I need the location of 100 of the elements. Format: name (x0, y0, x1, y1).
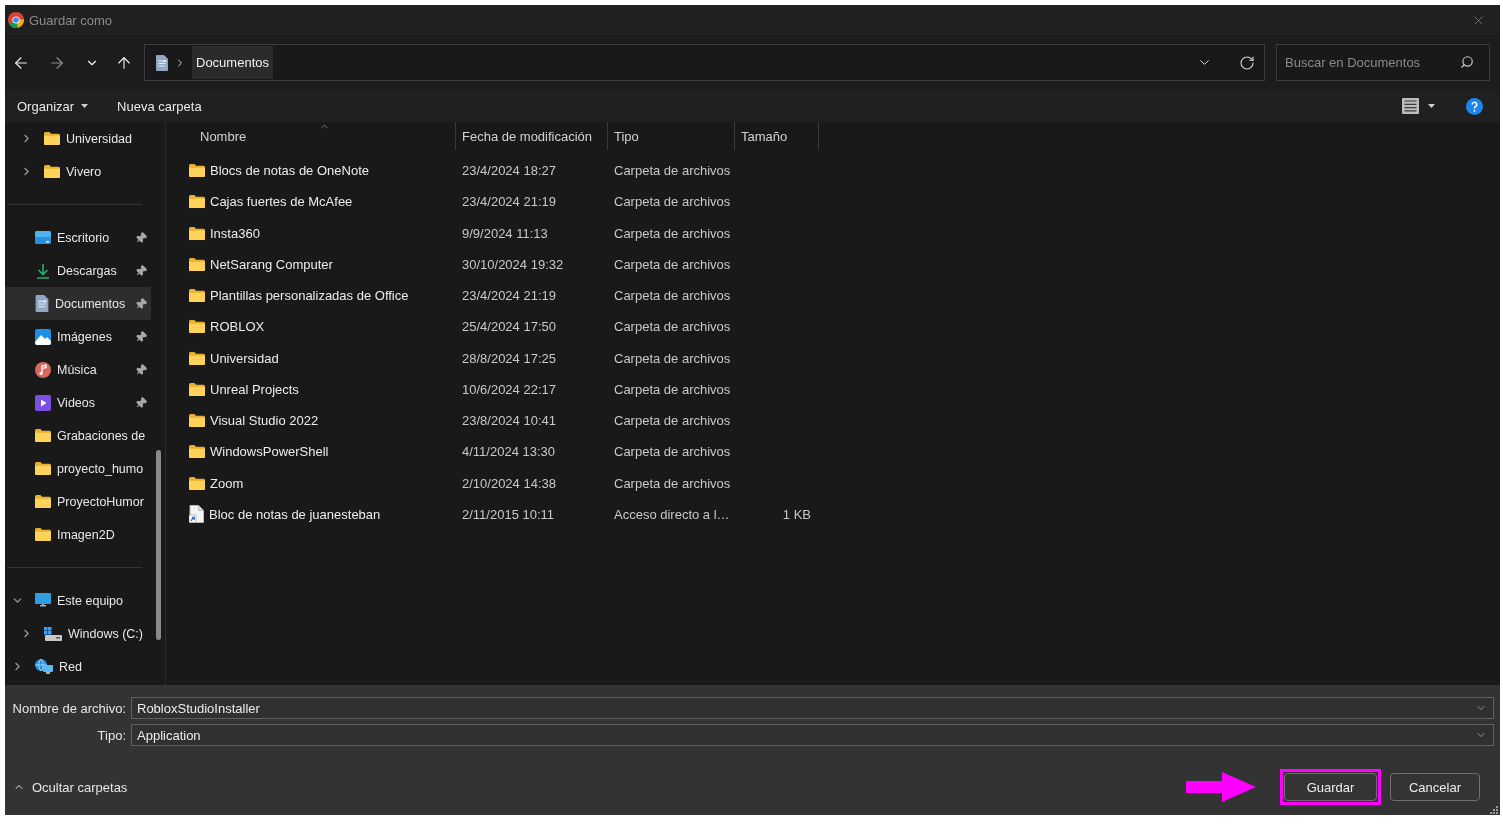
file-type: Acceso directo a l… (614, 506, 730, 522)
file-type: Carpeta de archivos (614, 444, 731, 460)
folder-icon (189, 445, 205, 459)
sidebar-item[interactable]: Este equipo (5, 584, 151, 617)
file-name[interactable]: ROBLOX (210, 319, 265, 335)
hide-folders-toggle[interactable]: Ocultar carpetas (13, 779, 128, 795)
sidebar-item[interactable]: Descargas (5, 254, 151, 287)
pointer-arrow (1186, 772, 1256, 802)
file-type: Carpeta de archivos (614, 163, 731, 179)
refresh-icon (1239, 54, 1255, 71)
file-type: Carpeta de archivos (614, 319, 731, 335)
file-type: Carpeta de archivos (614, 413, 731, 429)
modified-date: 4/11/2024 13:30 (462, 444, 555, 460)
folder-icon (35, 429, 51, 442)
file-name[interactable]: Cajas fuertes de McAfee (210, 194, 353, 210)
field-label: Nombre de archivo: (12, 700, 126, 716)
sidebar-item[interactable]: Grabaciones de (5, 419, 151, 452)
sidebar-item[interactable]: Música (5, 353, 151, 386)
file-name[interactable]: Visual Studio 2022 (210, 413, 319, 429)
folder-icon (189, 289, 205, 303)
sidebar-item[interactable]: proyecto_humo (5, 452, 151, 485)
file-name[interactable]: NetSarang Computer (210, 256, 333, 272)
column-header[interactable]: Nombre (166, 122, 456, 150)
folder-icon (189, 414, 205, 428)
modified-date: 30/10/2024 19:32 (462, 256, 564, 272)
app-icon (8, 12, 24, 28)
file-type: Carpeta de archivos (614, 194, 731, 210)
folder-icon (189, 226, 205, 240)
breadcrumb-item[interactable]: Documentos (192, 46, 273, 79)
sidebar-item[interactable]: Escritorio (5, 221, 151, 254)
desktop-icon (35, 231, 51, 244)
globe-monitor-icon (35, 659, 53, 674)
sidebar-item[interactable]: Documentos (5, 287, 151, 320)
file-type: Carpeta de archivos (614, 256, 731, 272)
folder-icon (189, 164, 205, 178)
address-bar[interactable]: Documentos (144, 44, 1265, 81)
modified-date: 23/4/2024 21:19 (462, 288, 556, 304)
sidebar-item[interactable]: Imagen2D (5, 518, 151, 551)
folder-icon (44, 165, 60, 178)
modified-date: 2/11/2015 10:11 (462, 506, 555, 522)
folder-icon (189, 476, 205, 490)
file-size: 1 KB (782, 506, 811, 522)
document-icon (35, 295, 49, 312)
sidebar-item[interactable]: Vivero (5, 155, 151, 188)
column-header[interactable]: Tamaño (735, 122, 819, 150)
download-icon (35, 262, 51, 279)
file-type: Carpeta de archivos (614, 288, 731, 304)
modified-date: 23/4/2024 18:27 (462, 163, 556, 179)
folder-icon (35, 528, 51, 541)
column-header[interactable]: Tipo (608, 122, 735, 150)
modified-date: 25/4/2024 17:50 (462, 319, 556, 335)
save-button[interactable]: Guardar (1284, 773, 1377, 801)
scrollbar[interactable] (155, 450, 161, 640)
modified-date: 9/9/2024 11:13 (462, 225, 548, 241)
folder-icon (189, 195, 205, 209)
window-title: Guardar como (29, 12, 113, 28)
menu-button[interactable]: Organizar (17, 92, 89, 120)
sidebar-item[interactable]: ProyectoHumor (5, 485, 151, 518)
file-type: Carpeta de archivos (614, 475, 731, 491)
sidebar-item[interactable]: Imágenes (5, 320, 151, 353)
folder-icon (44, 132, 60, 145)
help-button[interactable] (1466, 97, 1483, 115)
help-icon (1466, 97, 1483, 115)
file-name[interactable]: Plantillas personalizadas de Office (210, 288, 409, 304)
file-type: Carpeta de archivos (614, 225, 731, 241)
modified-date: 23/4/2024 21:19 (462, 194, 556, 210)
cancel-button[interactable]: Cancelar (1390, 773, 1480, 801)
file-name[interactable]: Unreal Projects (210, 381, 299, 397)
file-type-dropdown[interactable]: Application (131, 724, 1494, 746)
toolbar-button[interactable]: Nueva carpeta (117, 92, 202, 120)
folder-icon (35, 495, 51, 508)
modified-date: 10/6/2024 22:17 (462, 381, 556, 397)
modified-date: 2/10/2024 14:38 (462, 475, 556, 491)
video-icon (35, 394, 51, 411)
monitor-icon (35, 593, 51, 608)
picture-icon (35, 328, 51, 345)
modified-date: 23/8/2024 10:41 (462, 413, 556, 429)
music-note-icon (35, 361, 51, 378)
folder-icon (189, 382, 205, 396)
folder-icon (189, 320, 205, 334)
file-name[interactable]: Bloc de notas de juanesteban (209, 506, 381, 522)
file-name[interactable]: Insta360 (210, 225, 260, 241)
caret-icon (1428, 104, 1435, 108)
search-field[interactable]: Buscar en Documentos (1276, 44, 1490, 81)
filename-field[interactable]: RobloxStudioInstaller (131, 697, 1494, 719)
sidebar-item[interactable]: Red (5, 650, 151, 683)
sidebar-item[interactable]: Windows (C:) (5, 617, 151, 650)
document-icon (156, 54, 168, 71)
file-name[interactable]: Blocs de notas de OneNote (210, 163, 369, 179)
sidebar-item[interactable]: Universidad (5, 122, 151, 155)
sidebar-item[interactable]: Videos (5, 386, 151, 419)
list-view-icon (1402, 98, 1419, 114)
folder-icon (189, 257, 205, 271)
file-name[interactable]: Universidad (210, 350, 279, 366)
file-name[interactable]: WindowsPowerShell (210, 444, 329, 460)
drive-icon (44, 626, 62, 641)
modified-date: 28/8/2024 17:25 (462, 350, 556, 366)
file-type: Carpeta de archivos (614, 350, 731, 366)
column-header[interactable]: Fecha de modificación (456, 122, 608, 150)
file-name[interactable]: Zoom (210, 475, 244, 491)
